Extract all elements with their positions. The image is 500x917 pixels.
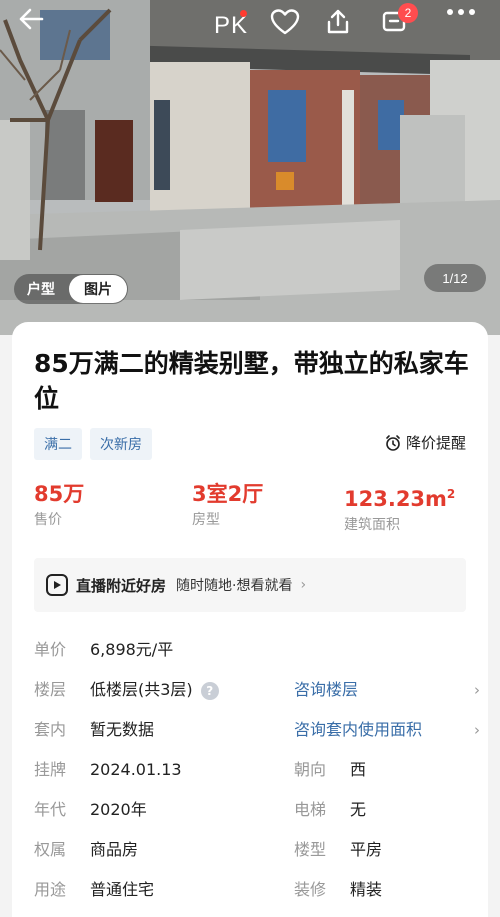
stat-value: 85万 (34, 482, 85, 506)
detail-value: 2020年 (90, 800, 147, 819)
detail-label: 挂牌 (34, 760, 67, 779)
detail-rows: 单价 6,898元/平 楼层 低楼层(共3层)? 咨询楼层 › 套内 暂无数据 … (34, 630, 480, 910)
detail-label: 装修 (294, 880, 327, 899)
detail-value: 低楼层(共3层) (90, 680, 193, 699)
favorite-heart-icon[interactable] (270, 8, 306, 44)
stat-value: 3室2厅 (192, 482, 264, 506)
detail-row-floor: 楼层 低楼层(共3层)? 咨询楼层 › (34, 670, 480, 710)
chevron-right-icon[interactable]: › (474, 670, 480, 710)
detail-value: 无 (350, 800, 367, 819)
chevron-right-icon: › (300, 577, 307, 593)
photo-counter: 1/12 (424, 264, 486, 292)
stat-label: 房型 (192, 512, 220, 528)
stat-label: 售价 (34, 512, 62, 528)
pk-notification-dot (240, 10, 247, 17)
top-navigation-bar: PK 2 (0, 0, 500, 56)
message-count-badge: 2 (398, 3, 418, 23)
detail-value: 平房 (350, 840, 383, 859)
live-title: 直播附近好房 (76, 576, 167, 595)
key-stats: 85万 售价 3室2厅 房型 123.23m2 建筑面积 (34, 480, 474, 538)
stat-layout: 3室2厅 房型 (192, 480, 263, 532)
listing-photo[interactable]: PK 2 户型 图片 1/12 (0, 0, 500, 335)
detail-row-usage: 用途 普通住宅 装修 精装 (34, 870, 474, 910)
stat-value-wrapper: 123.23m2 (344, 480, 455, 513)
detail-label: 单价 (34, 640, 67, 659)
gallery-tab-switcher: 户型 图片 (14, 274, 128, 304)
back-arrow-icon[interactable] (18, 8, 54, 44)
stat-area: 123.23m2 建筑面积 (344, 480, 455, 537)
detail-value: 精装 (350, 880, 383, 899)
tab-photos[interactable]: 图片 (69, 275, 127, 303)
stat-unit-superscript: 2 (446, 487, 456, 501)
price-alert-label: 降价提醒 (405, 434, 466, 452)
tag-item: 次新房 (90, 428, 152, 460)
stat-price: 85万 售价 (34, 480, 84, 532)
listing-tags: 满二 次新房 (34, 428, 152, 460)
live-subtitle: 随时随地·想看就看 (176, 578, 293, 594)
detail-row-ownership: 权属 商品房 楼型 平房 (34, 830, 474, 870)
detail-row-inner-area: 套内 暂无数据 咨询套内使用面积 › (34, 710, 480, 750)
detail-label: 用途 (34, 880, 67, 899)
play-video-icon (46, 574, 68, 596)
more-options-icon[interactable] (446, 8, 482, 44)
price-alert-button[interactable]: 降价提醒 (384, 432, 466, 453)
detail-value: 西 (350, 760, 367, 779)
detail-value: 商品房 (90, 840, 139, 859)
detail-row-year: 年代 2020年 电梯 无 (34, 790, 474, 830)
tab-floorplan[interactable]: 户型 (14, 274, 68, 304)
detail-row-listed: 挂牌 2024.01.13 朝向 西 (34, 750, 474, 790)
share-icon[interactable] (324, 8, 360, 44)
detail-label: 楼层 (34, 680, 67, 699)
consult-floor-link[interactable]: 咨询楼层 (294, 670, 358, 710)
detail-label: 年代 (34, 800, 67, 819)
listing-title: 85万满二的精装别墅，带独立的私家车位 (34, 349, 469, 413)
detail-label: 电梯 (294, 800, 327, 819)
stat-value: 123.23m (344, 487, 447, 511)
detail-label: 楼型 (294, 840, 327, 859)
live-nearby-banner[interactable]: 直播附近好房 随时随地·想看就看 › (34, 558, 466, 612)
alarm-clock-icon (386, 434, 400, 451)
chevron-right-icon[interactable]: › (474, 710, 480, 750)
detail-label: 权属 (34, 840, 67, 859)
detail-value-wrapper: 低楼层(共3层)? (90, 670, 219, 710)
help-question-icon[interactable]: ? (200, 681, 219, 700)
listing-info-card: 85万满二的精装别墅，带独立的私家车位 满二 次新房 降价提醒 85万 售价 3… (12, 322, 488, 917)
detail-value: 普通住宅 (90, 880, 155, 899)
consult-inner-area-link[interactable]: 咨询套内使用面积 (294, 710, 422, 750)
stat-label: 建筑面积 (344, 517, 400, 533)
detail-value: 2024.01.13 (90, 760, 182, 779)
detail-label: 套内 (34, 720, 67, 739)
detail-value: 暂无数据 (90, 720, 155, 739)
detail-value: 6,898元/平 (90, 640, 174, 659)
detail-row-unit-price: 单价 6,898元/平 (34, 630, 474, 670)
tag-item: 满二 (34, 428, 82, 460)
detail-label: 朝向 (294, 760, 327, 779)
